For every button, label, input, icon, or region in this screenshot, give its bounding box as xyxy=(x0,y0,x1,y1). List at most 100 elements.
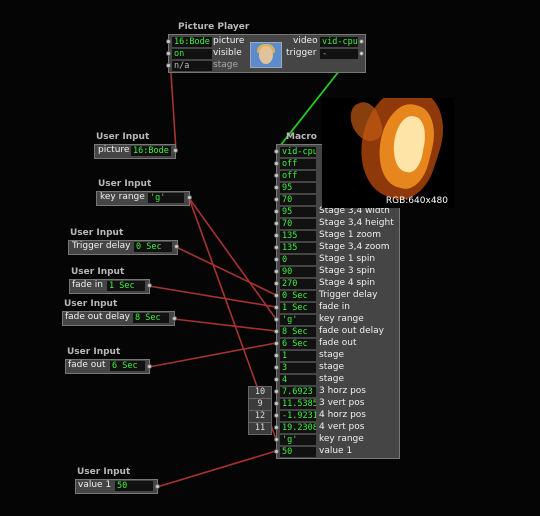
macro-row-value[interactable]: off xyxy=(280,171,316,181)
macro-input-port[interactable] xyxy=(274,305,279,310)
user-input-value[interactable]: 8 Sec xyxy=(133,313,169,323)
picture-player-title: Picture Player xyxy=(178,22,250,32)
wire-value-1 xyxy=(156,450,277,488)
picture-thumbnail xyxy=(250,42,282,68)
macro-row-value[interactable]: 135 xyxy=(280,231,316,241)
macro-row-label: 4 vert pos xyxy=(319,422,365,432)
macro-input-port[interactable] xyxy=(274,425,279,430)
macro-row-value[interactable]: 95 xyxy=(280,207,316,217)
macro-row-value[interactable]: 8 Sec xyxy=(280,327,316,337)
macro-row-value[interactable]: -1.9231 xyxy=(280,411,316,421)
picture-player-video-label: video xyxy=(293,36,318,46)
user-input-label: fade in xyxy=(72,280,103,290)
macro-input-port[interactable] xyxy=(274,449,279,454)
macro-row-label: key range xyxy=(319,434,364,444)
wire-trigger-delay xyxy=(175,246,277,296)
picture-player-picture-value[interactable]: 16:Bode xyxy=(172,37,212,47)
macro-row-value[interactable]: 90 xyxy=(280,267,316,277)
macro-input-port[interactable] xyxy=(274,245,279,250)
macro-row-value[interactable]: 0 xyxy=(280,255,316,265)
picture-player-input-port-visible[interactable] xyxy=(166,51,171,56)
macro-row-value[interactable]: 270 xyxy=(280,279,316,289)
macro-input-port[interactable] xyxy=(274,389,279,394)
user-input-title: User Input xyxy=(98,179,152,189)
user-input-output-port[interactable] xyxy=(147,364,152,369)
macro-row-label: 3 vert pos xyxy=(319,398,365,408)
macro-row-value[interactable]: 70 xyxy=(280,195,316,205)
macro-row-value[interactable]: 135 xyxy=(280,243,316,253)
user-input-title: User Input xyxy=(70,228,124,238)
macro-input-port[interactable] xyxy=(274,161,279,166)
macro-row-value[interactable]: 1 xyxy=(280,351,316,361)
user-input-title: User Input xyxy=(64,299,118,309)
macro-input-port[interactable] xyxy=(274,185,279,190)
macro-row-value[interactable]: 11.5385 xyxy=(280,399,316,409)
macro-input-port[interactable] xyxy=(274,317,279,322)
macro-row-value[interactable]: 50 xyxy=(280,447,316,457)
macro-row-value[interactable]: 0 Sec xyxy=(280,291,316,301)
macro-input-port[interactable] xyxy=(274,293,279,298)
picture-player-output-port-trigger[interactable] xyxy=(359,51,364,56)
user-input-output-port[interactable] xyxy=(187,195,192,200)
macro-input-port[interactable] xyxy=(274,437,279,442)
user-input-label: picture xyxy=(98,145,130,155)
user-input-output-port[interactable] xyxy=(155,484,160,489)
user-input-label: key range xyxy=(100,192,145,202)
macro-row-value[interactable]: 'g' xyxy=(280,315,316,325)
macro-row-value[interactable]: 'g' xyxy=(280,435,316,445)
macro-input-port[interactable] xyxy=(274,341,279,346)
user-input-output-port[interactable] xyxy=(147,283,152,288)
macro-input-port[interactable] xyxy=(274,329,279,334)
macro-row-label: Stage 1 zoom xyxy=(319,230,381,240)
user-input-value[interactable]: 'g' xyxy=(148,193,184,203)
macro-input-port[interactable] xyxy=(274,257,279,262)
macro-row-value[interactable]: 95 xyxy=(280,183,316,193)
user-input-output-port[interactable] xyxy=(172,316,177,321)
macro-row-label: 3 horz pos xyxy=(319,386,366,396)
user-input-value[interactable]: 50 xyxy=(115,481,153,491)
macro-input-port[interactable] xyxy=(274,197,279,202)
macro-input-port[interactable] xyxy=(274,413,279,418)
user-input-value[interactable]: 1 Sec xyxy=(107,281,145,291)
picture-player-trigger-value[interactable]: - xyxy=(320,49,358,59)
macro-input-port[interactable] xyxy=(274,173,279,178)
macro-input-port[interactable] xyxy=(274,221,279,226)
macro-input-port[interactable] xyxy=(274,209,279,214)
macro-row-label: Stage 1 spin xyxy=(319,254,376,264)
macro-row-value[interactable]: 4 xyxy=(280,375,316,385)
user-input-value[interactable]: 16:Bode xyxy=(131,146,171,156)
macro-row-label: 4 horz pos xyxy=(319,410,366,420)
picture-player-output-port-video[interactable] xyxy=(359,39,364,44)
picture-player-input-port-picture[interactable] xyxy=(166,39,171,44)
user-input-output-port[interactable] xyxy=(174,244,179,249)
macro-row-value[interactable]: off xyxy=(280,159,316,169)
picture-player-input-port-stage[interactable] xyxy=(166,63,171,68)
macro-input-port[interactable] xyxy=(274,401,279,406)
macro-input-port[interactable] xyxy=(274,353,279,358)
macro-row-value[interactable]: 6 Sec xyxy=(280,339,316,349)
macro-row-label: Stage 3,4 zoom xyxy=(319,242,390,252)
picture-player-stage-value[interactable]: n/a xyxy=(172,61,212,71)
macro-row-value[interactable]: vid-cpu xyxy=(280,147,316,157)
macro-row-value[interactable]: 1 Sec xyxy=(280,303,316,313)
macro-row-label: stage xyxy=(319,374,344,384)
user-input-value[interactable]: 6 Sec xyxy=(110,361,145,371)
macro-row-label: key range xyxy=(319,314,364,324)
macro-row-value[interactable]: 19.2308 xyxy=(280,423,316,433)
macro-input-port[interactable] xyxy=(274,233,279,238)
macro-input-port[interactable] xyxy=(274,281,279,286)
macro-input-port[interactable] xyxy=(274,377,279,382)
picture-player-video-value[interactable]: vid-cpu xyxy=(320,37,358,47)
user-input-output-port[interactable] xyxy=(173,148,178,153)
picture-player-visible-label: visible xyxy=(213,48,242,58)
user-input-value[interactable]: 0 Sec xyxy=(134,242,172,252)
macro-row-label: stage xyxy=(319,362,344,372)
macro-row-label: fade in xyxy=(319,302,350,312)
macro-row-value[interactable]: 7.6923 xyxy=(280,387,316,397)
macro-row-value[interactable]: 70 xyxy=(280,219,316,229)
picture-player-visible-value[interactable]: on xyxy=(172,49,212,59)
macro-input-port[interactable] xyxy=(274,269,279,274)
macro-row-value[interactable]: 3 xyxy=(280,363,316,373)
macro-input-port[interactable] xyxy=(274,149,279,154)
macro-input-port[interactable] xyxy=(274,365,279,370)
